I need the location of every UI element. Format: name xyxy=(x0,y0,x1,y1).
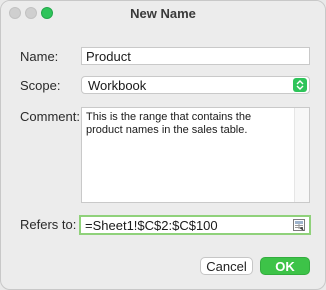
comment-scrollbar[interactable] xyxy=(294,108,309,202)
name-input[interactable]: Product xyxy=(81,47,310,65)
range-select-icon[interactable] xyxy=(293,219,305,231)
new-name-dialog: New Name Name: Product Scope: Workbook C… xyxy=(0,0,326,290)
comment-label: Comment: xyxy=(20,109,80,124)
title-bar[interactable]: New Name xyxy=(1,1,325,27)
refers-to-label: Refers to: xyxy=(20,217,77,232)
scope-select[interactable]: Workbook xyxy=(81,76,310,94)
ok-button[interactable]: OK xyxy=(260,257,310,275)
comment-textarea[interactable]: This is the range that contains the prod… xyxy=(81,107,310,203)
dialog-title: New Name xyxy=(130,6,196,21)
refers-to-value: =Sheet1!$C$2:$C$100 xyxy=(85,218,218,233)
name-label: Name: xyxy=(20,49,59,64)
scope-label: Scope: xyxy=(20,78,61,93)
cancel-button[interactable]: Cancel xyxy=(200,257,253,275)
scope-selected-value: Workbook xyxy=(88,78,147,93)
comment-text: This is the range that contains the prod… xyxy=(86,111,252,136)
refers-to-input[interactable]: =Sheet1!$C$2:$C$100 xyxy=(79,215,311,235)
chevron-updown-icon[interactable] xyxy=(293,78,307,92)
